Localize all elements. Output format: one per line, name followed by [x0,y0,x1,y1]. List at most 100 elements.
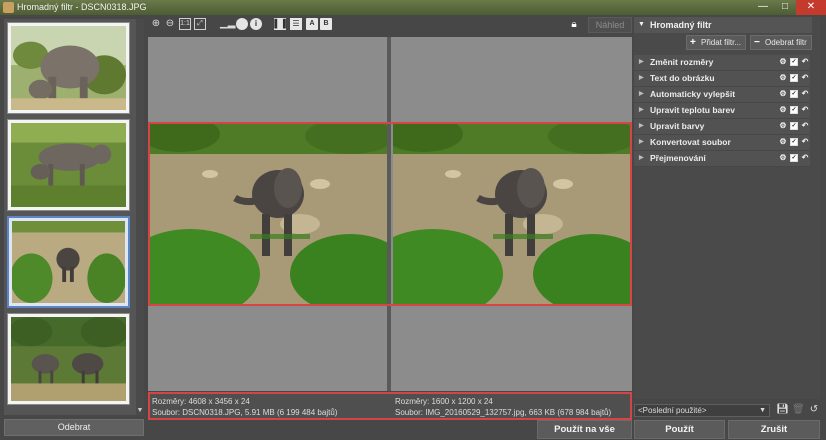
thumbnail[interactable] [7,22,130,114]
scroll-down-icon[interactable]: ▼ [136,407,144,415]
filter-panel: ▼ Hromadný filtr + Přidat filtr... − Ode… [634,17,820,399]
zoom-in-icon[interactable]: ⊕ [150,18,162,30]
title-bar: Hromadný filtr - DSCN0318.JPG — □ ✕ [0,0,826,15]
undo-icon[interactable]: ↶ [801,154,809,162]
save-icon[interactable]: 💾︎ [776,404,789,416]
plus-icon: + [690,37,696,48]
apply-all-button[interactable]: Použít na vše [537,420,632,439]
filter-buttons: + Přidat filtr... − Odebrat filtr [634,35,820,51]
thumbnail-image [11,123,126,207]
fit-icon[interactable]: ⤢ [194,18,206,30]
filter-item[interactable]: ▶ Konvertovat soubor ⚙ ✓ ↶ [634,135,810,151]
filter-panel-title: Hromadný filtr [650,20,712,30]
split-divider[interactable] [387,37,391,391]
filter-item[interactable]: ▶ Text do obrázku ⚙ ✓ ↶ [634,71,810,87]
preview-button[interactable]: Náhled [588,17,632,33]
gear-icon[interactable]: ⚙ [779,106,787,114]
filter-item[interactable]: ▶ Upravit teplotu barev ⚙ ✓ ↶ [634,103,810,119]
chevron-right-icon: ▶ [639,59,644,65]
maximize-button[interactable]: □ [774,0,796,15]
undo-icon[interactable]: ↶ [801,90,809,98]
close-button[interactable]: ✕ [796,0,826,15]
original-file: Soubor: DSCN0318.JPG, 5.91 MB (6 199 484… [152,408,338,417]
undo-icon[interactable]: ↶ [801,122,809,130]
preset-select[interactable]: <Poslední použité> ▼ [634,404,770,417]
processed-file: Soubor: IMG_20160529_132757.jpg, 663 KB … [395,408,612,417]
split-horizontal-icon[interactable]: ☰ [290,18,302,30]
minimize-button[interactable]: — [752,0,774,15]
filter-scrollbar[interactable] [812,17,820,399]
remove-filter-button[interactable]: − Odebrat filtr [750,35,812,50]
checkbox-icon[interactable]: ✓ [790,90,798,98]
chevron-right-icon: ▶ [639,107,644,113]
window-title: Hromadný filtr - DSCN0318.JPG [17,2,147,12]
checkbox-icon[interactable]: ✓ [790,106,798,114]
thumbnail-image [11,26,126,110]
chevron-right-icon: ▶ [639,75,644,81]
original-dimensions: Rozměry: 4608 x 3456 x 24 [152,397,250,406]
add-filter-button[interactable]: + Přidat filtr... [686,35,746,50]
actual-size-icon[interactable]: 1:1 [179,18,191,30]
circle-icon[interactable] [236,18,248,30]
gear-icon[interactable]: ⚙ [779,58,787,66]
thumbnail[interactable] [7,119,130,211]
chevron-down-icon: ▼ [638,21,645,28]
original-image [150,124,387,304]
view-a-icon[interactable]: A [306,18,318,30]
filter-label: Změnit rozměry [650,57,714,67]
app-icon [3,2,14,13]
gear-icon[interactable]: ⚙ [779,122,787,130]
trash-icon[interactable]: 🗑︎ [792,404,805,416]
filter-label: Text do obrázku [650,73,715,83]
cancel-button[interactable]: Zrušit [728,420,820,439]
filter-label: Upravit teplotu barev [650,105,736,115]
checkbox-icon[interactable]: ✓ [790,122,798,130]
processed-info: Rozměry: 1600 x 1200 x 24 Soubor: IMG_20… [395,396,611,418]
apply-button[interactable]: Použít [634,420,725,439]
gear-icon[interactable]: ⚙ [779,74,787,82]
chevron-right-icon: ▶ [639,139,644,145]
info-icon[interactable]: i [250,18,262,30]
filter-label: Upravit barvy [650,121,705,131]
split-vertical-icon[interactable]: ▌▐ [274,18,286,30]
original-info: Rozměry: 4608 x 3456 x 24 Soubor: DSCN03… [152,396,337,418]
remove-filter-label: Odebrat filtr [765,38,807,47]
gear-icon[interactable]: ⚙ [779,154,787,162]
checkbox-icon[interactable]: ✓ [790,74,798,82]
image-info-bar: Rozměry: 4608 x 3456 x 24 Soubor: DSCN03… [148,392,632,420]
thumbnail-scrollbar[interactable]: ▼ [136,19,144,415]
thumbnail-list[interactable] [4,19,136,415]
filter-item[interactable]: ▶ Změnit rozměry ⚙ ✓ ↶ [634,55,810,71]
checkbox-icon[interactable]: ✓ [790,138,798,146]
undo-icon[interactable]: ↶ [801,58,809,66]
view-b-icon[interactable]: B [320,18,332,30]
gear-icon[interactable]: ⚙ [779,138,787,146]
undo-icon[interactable]: ↶ [801,74,809,82]
thumbnail[interactable] [7,313,130,405]
checkbox-icon[interactable]: ✓ [790,154,798,162]
preset-value: <Poslední použité> [638,406,707,415]
filter-item[interactable]: ▶ Upravit barvy ⚙ ✓ ↶ [634,119,810,135]
lock-icon[interactable]: 🔒︎ [568,18,580,31]
thumbnail-selected[interactable] [7,216,130,308]
preview-toolbar: ⊕ ⊖ 1:1 ⤢ ▁▂ i ▌▐ ☰ A B 🔒︎ Náhled [148,17,632,34]
histogram-icon[interactable]: ▁▂ [220,18,235,30]
undo-icon[interactable]: ↶ [801,138,809,146]
filter-item[interactable]: ▶ Automaticky vylepšit ⚙ ✓ ↶ [634,87,810,103]
filter-label: Přejmenování [650,153,706,163]
gear-icon[interactable]: ⚙ [779,90,787,98]
filter-panel-header[interactable]: ▼ Hromadný filtr [634,17,820,33]
add-filter-label: Přidat filtr... [701,38,742,47]
undo-icon[interactable]: ↶ [801,106,809,114]
filter-item[interactable]: ▶ Přejmenování ⚙ ✓ ↶ [634,151,810,167]
chevron-right-icon: ▶ [639,155,644,161]
filter-label: Automaticky vylepšit [650,89,736,99]
undo-icon[interactable]: ↺ [808,404,820,416]
remove-button[interactable]: Odebrat [4,419,144,436]
minus-icon: − [754,37,760,48]
zoom-out-icon[interactable]: ⊖ [164,18,176,30]
chevron-right-icon: ▶ [639,91,644,97]
thumbnail-image [12,221,125,303]
checkbox-icon[interactable]: ✓ [790,58,798,66]
thumbnail-image [11,317,126,401]
